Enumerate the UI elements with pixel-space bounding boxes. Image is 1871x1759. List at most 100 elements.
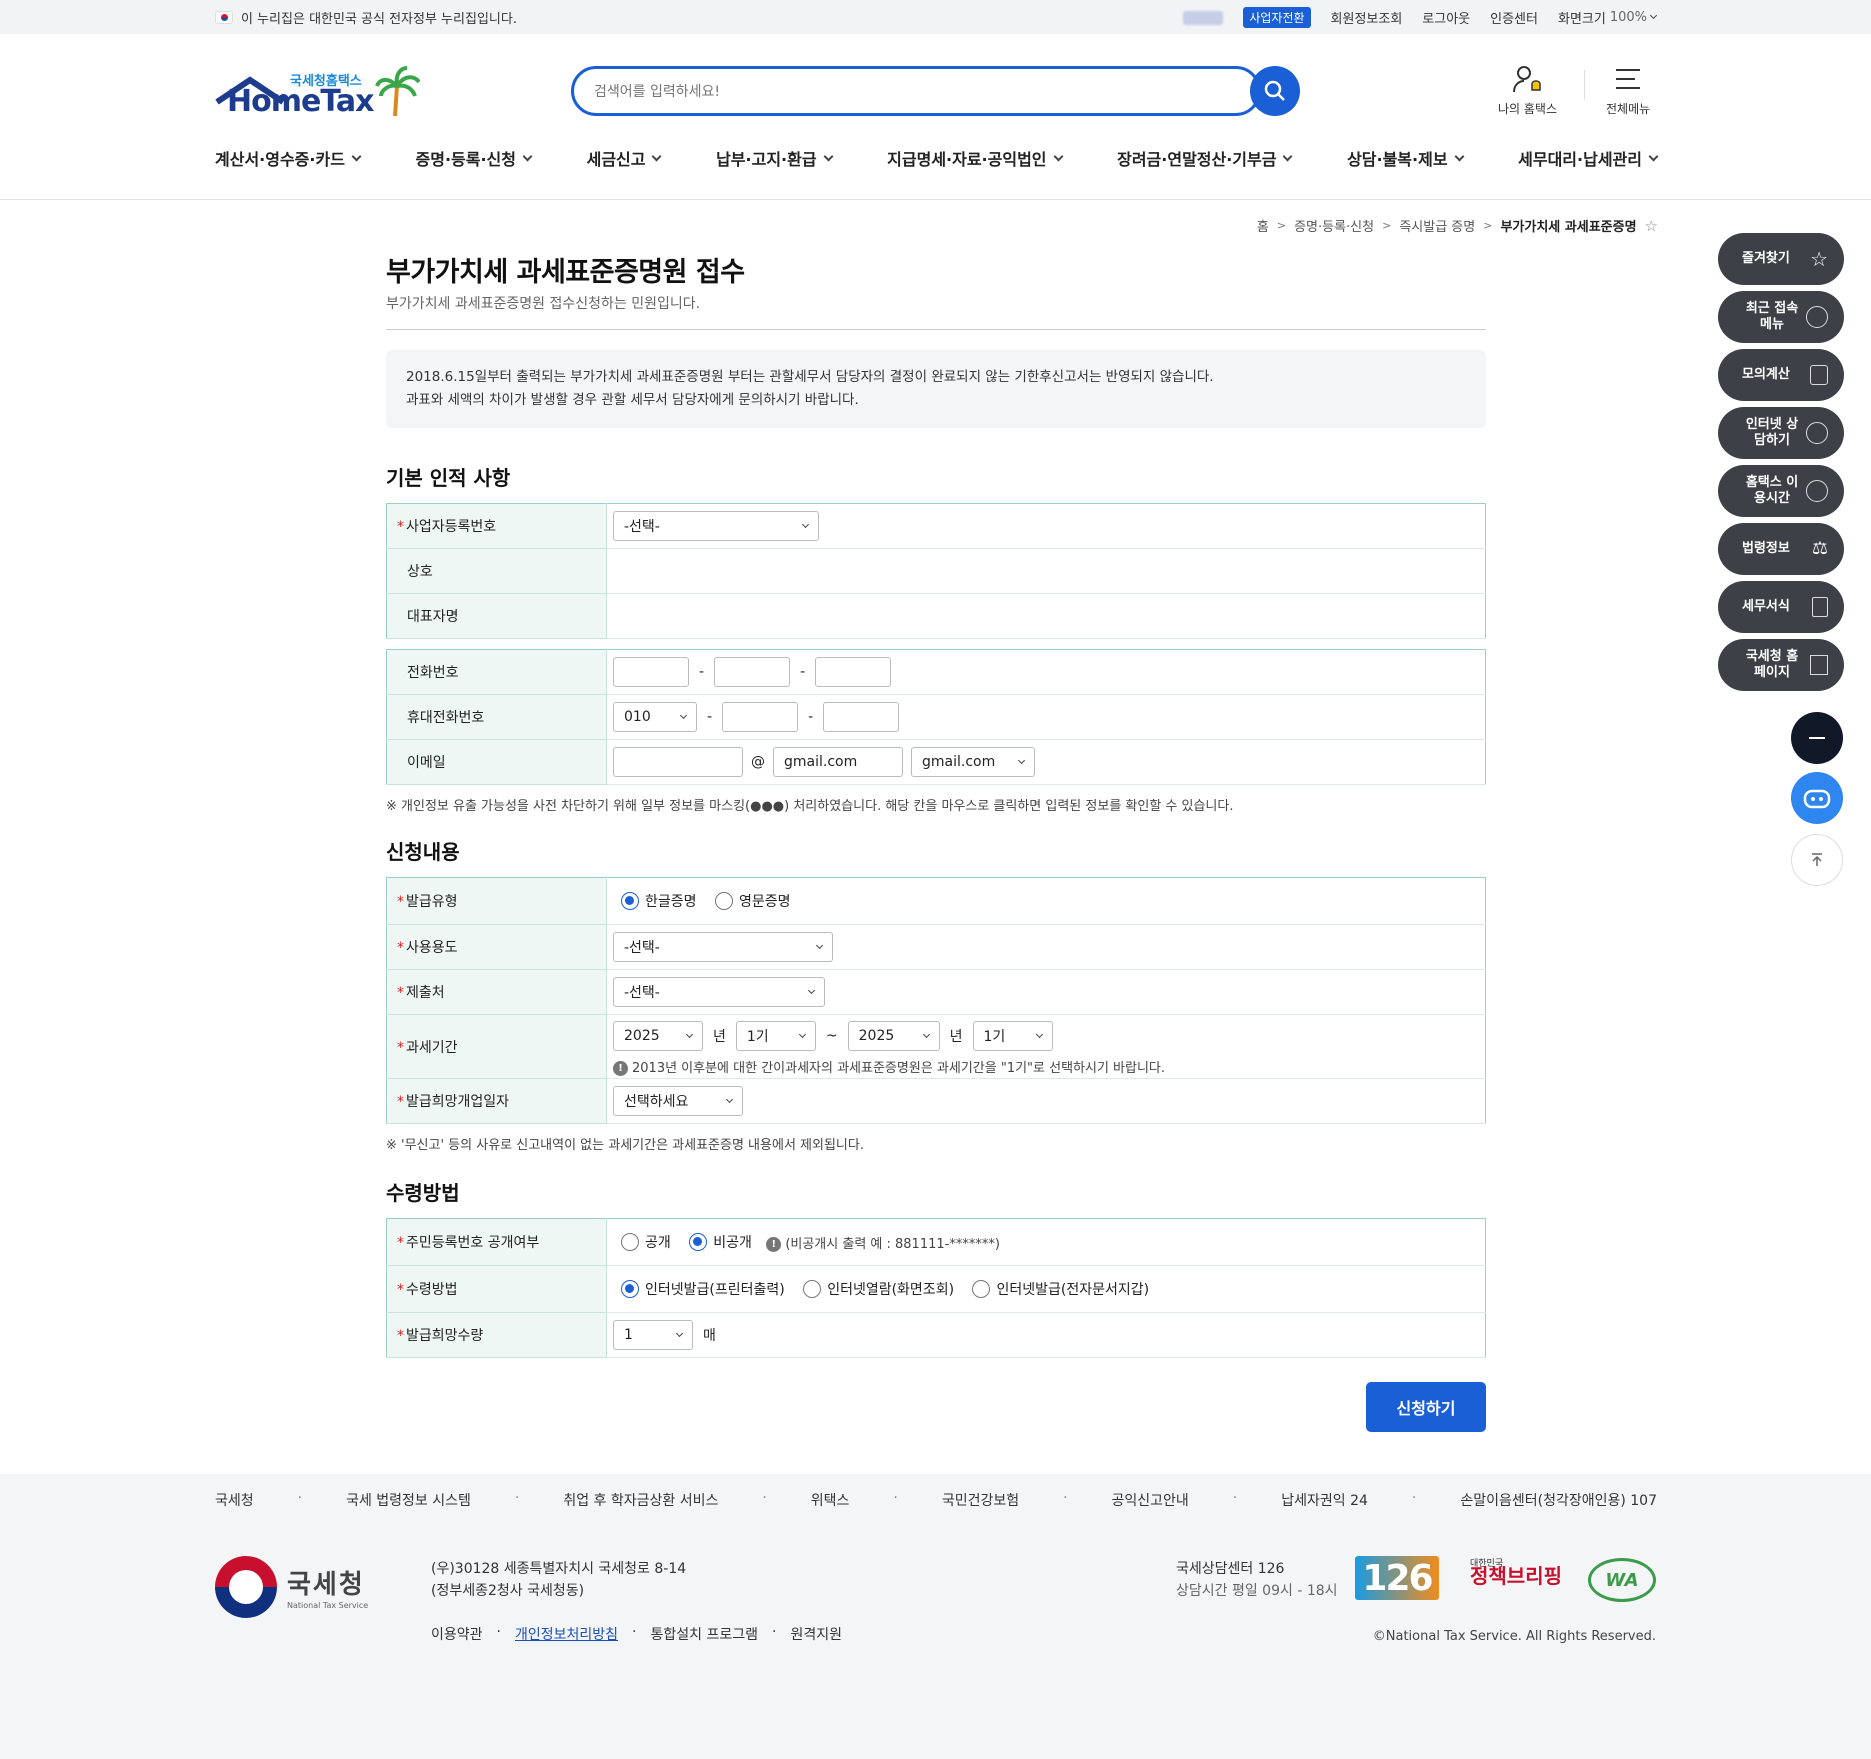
phone-input-3[interactable] — [815, 657, 892, 687]
search-button[interactable] — [1250, 66, 1300, 116]
mobile-input-3[interactable] — [823, 702, 900, 732]
nav-item-certificate[interactable]: 증명·등록·신청 — [416, 146, 533, 170]
submit-to-select[interactable]: -선택- — [613, 977, 825, 1007]
biz-no-select[interactable]: -선택- — [613, 511, 819, 541]
submit-button[interactable]: 신청하기 — [1366, 1382, 1486, 1432]
remote-support-link[interactable]: 원격지원 — [790, 1624, 842, 1644]
info-icon: ! — [766, 1236, 782, 1252]
search-input[interactable] — [594, 79, 1154, 105]
logout-link[interactable]: 로그아웃 — [1422, 8, 1470, 27]
rrn-private-radio[interactable]: 비공개 — [689, 1232, 752, 1252]
type-korean-radio[interactable]: 한글증명 — [621, 891, 697, 911]
label-text: 사용용도 — [406, 940, 458, 956]
breadcrumb-item[interactable]: 증명·등록·신청 — [1294, 216, 1374, 235]
scroll-top-button[interactable] — [1791, 834, 1843, 886]
gov-notice: 이 누리집은 대한민국 공식 전자정부 누리집입니다. — [215, 8, 517, 27]
nav-item-statements[interactable]: 지급명세·자료·공익법인 — [887, 146, 1063, 170]
collapse-quick-button[interactable] — [1791, 712, 1843, 764]
breadcrumb-separator-icon: > — [1483, 219, 1493, 232]
quick-hours[interactable]: 홈택스 이용시간 — [1718, 465, 1844, 517]
required-mark: * — [397, 1235, 404, 1251]
breadcrumb-home[interactable]: 홈 — [1257, 216, 1269, 235]
email-domain-select[interactable]: gmail.com — [911, 747, 1035, 777]
quick-forms[interactable]: 세무서식 — [1718, 581, 1844, 633]
period-note: ! 2013년 이후분에 대한 간이과세자의 과세표준증명원은 과세기간을 "1기… — [613, 1057, 1479, 1076]
copyright: ©National Tax Service. All Rights Reserv… — [1372, 1629, 1656, 1644]
mobile-prefix-select[interactable]: 010 — [613, 702, 697, 732]
nav-item-agent[interactable]: 세무대리·납세관리 — [1518, 146, 1659, 170]
quick-nts-home[interactable]: 국세청 홈페이지 — [1718, 639, 1844, 691]
install-link[interactable]: 통합설치 프로그램 — [650, 1624, 758, 1644]
quick-favorites[interactable]: 즐겨찾기 ☆ — [1718, 233, 1844, 285]
nav-item-tax-report[interactable]: 세금신고 — [586, 146, 662, 170]
footer-link[interactable]: 납세자권익 24 — [1281, 1490, 1368, 1510]
quick-recent[interactable]: 최근 접속메뉴 — [1718, 291, 1844, 343]
zoom-label: 화면크기 — [1557, 12, 1606, 27]
footer-link[interactable]: 취업 후 학자금상환 서비스 — [563, 1490, 718, 1510]
footer-link[interactable]: 위택스 — [811, 1490, 850, 1510]
rrn-public-radio[interactable]: 공개 — [621, 1232, 671, 1252]
member-info-link[interactable]: 회원정보조회 — [1331, 8, 1403, 27]
footer-link[interactable]: 국세청 — [215, 1490, 254, 1510]
quick-consult[interactable]: 인터넷 상담하기 — [1718, 407, 1844, 459]
footer-link[interactable]: 공익신고안내 — [1112, 1490, 1189, 1510]
email-domain-input[interactable]: gmail.com — [773, 747, 903, 777]
usage-select[interactable]: -선택- — [613, 932, 833, 962]
zoom-control[interactable]: 화면크기 100% — [1557, 8, 1658, 27]
favorite-star-icon[interactable]: ☆ — [1645, 217, 1658, 235]
method-view-radio[interactable]: 인터넷열람(화면조회) — [803, 1279, 954, 1299]
phone-input-1[interactable] — [613, 657, 689, 687]
label-text: 사업자등록번호 — [406, 519, 497, 535]
footer-bottom-links: 이용약관 · 개인정보처리방침 · 통합설치 프로그램 · 원격지원 — [431, 1624, 842, 1644]
mobile-input-2[interactable] — [722, 702, 799, 732]
dash: - — [808, 709, 814, 725]
table-row: * 주민등록번호 공개여부 공개 비공개 ! (비공개시 출력 예 : 881111… — [386, 1218, 1486, 1266]
required-mark: * — [397, 1328, 404, 1344]
method-print-radio[interactable]: 인터넷발급(프린터출력) — [621, 1279, 785, 1299]
nav-item-payment[interactable]: 납부·고지·환급 — [716, 146, 834, 170]
to-term-select[interactable]: 1기 — [972, 1021, 1053, 1051]
type-english-radio[interactable]: 영문증명 — [714, 891, 791, 911]
label-text: 상호 — [407, 564, 433, 580]
breadcrumb-item[interactable]: 즉시발급 증명 — [1399, 216, 1475, 235]
nav-label: 세무대리·납세관리 — [1518, 150, 1642, 169]
126-badge[interactable]: 126 — [1355, 1556, 1439, 1600]
nav-label: 세금신고 — [586, 150, 646, 169]
user-bell-icon — [1512, 66, 1541, 93]
terms-link[interactable]: 이용약관 — [431, 1624, 483, 1644]
field-cell: 한글증명 영문증명 — [606, 877, 1486, 925]
gov-topbar: 이 누리집은 대한민국 공식 전자정부 누리집입니다. 사업자전환 회원정보조회… — [0, 0, 1871, 34]
footer-link[interactable]: 손말이음센터(청각장애인용) 107 — [1460, 1490, 1657, 1510]
field-cell: 선택하세요 — [606, 1078, 1486, 1124]
chatbot-button[interactable] — [1791, 772, 1843, 824]
phone-input-2[interactable] — [714, 657, 791, 687]
radio-checked — [621, 892, 639, 910]
all-menu-label: 전체메뉴 — [1606, 102, 1651, 116]
from-year-select[interactable]: 2025 — [613, 1021, 703, 1051]
nav-item-invoice[interactable]: 계산서·영수증·카드 — [215, 146, 362, 170]
chevron-down-icon — [351, 151, 362, 161]
open-date-select[interactable]: 선택하세요 — [613, 1086, 743, 1116]
privacy-link[interactable]: 개인정보처리방침 — [515, 1624, 618, 1644]
method-wallet-radio[interactable]: 인터넷발급(전자문서지갑) — [972, 1279, 1149, 1299]
quick-calculator[interactable]: 모의계산 — [1718, 349, 1844, 401]
email-id-input[interactable] — [613, 747, 743, 777]
footer-link[interactable]: 국세 법령정보 시스템 — [346, 1490, 471, 1510]
biz-switch-button[interactable]: 사업자전환 — [1243, 7, 1311, 28]
footer-link[interactable]: 국민건강보험 — [942, 1490, 1019, 1510]
quick-law[interactable]: 법령정보 ⚖ — [1718, 523, 1844, 575]
all-menu-button[interactable]: 전체메뉴 — [1606, 64, 1650, 117]
table-row: 대표자명 — [386, 593, 1486, 639]
policy-briefing-logo[interactable]: 대한민국 정책브리핑 — [1470, 1558, 1562, 1586]
label-text: 전화번호 — [407, 665, 459, 681]
nav-item-incentive[interactable]: 장려금·연말정산·기부금 — [1117, 146, 1293, 170]
select-value: 1기 — [983, 1029, 1006, 1045]
to-year-select[interactable]: 2025 — [847, 1021, 940, 1051]
cert-center-link[interactable]: 인증센터 — [1490, 8, 1538, 27]
quantity-select[interactable]: 1 — [613, 1320, 693, 1350]
label-text: 발급희망수량 — [406, 1328, 484, 1344]
from-term-select[interactable]: 1기 — [735, 1021, 816, 1051]
nav-item-consult[interactable]: 상담·불복·제보 — [1347, 146, 1464, 170]
hometax-logo[interactable]: 국세청홈택스 HomeTax — [215, 66, 425, 120]
my-hometax-button[interactable]: 나의 홈택스 — [1498, 64, 1557, 117]
